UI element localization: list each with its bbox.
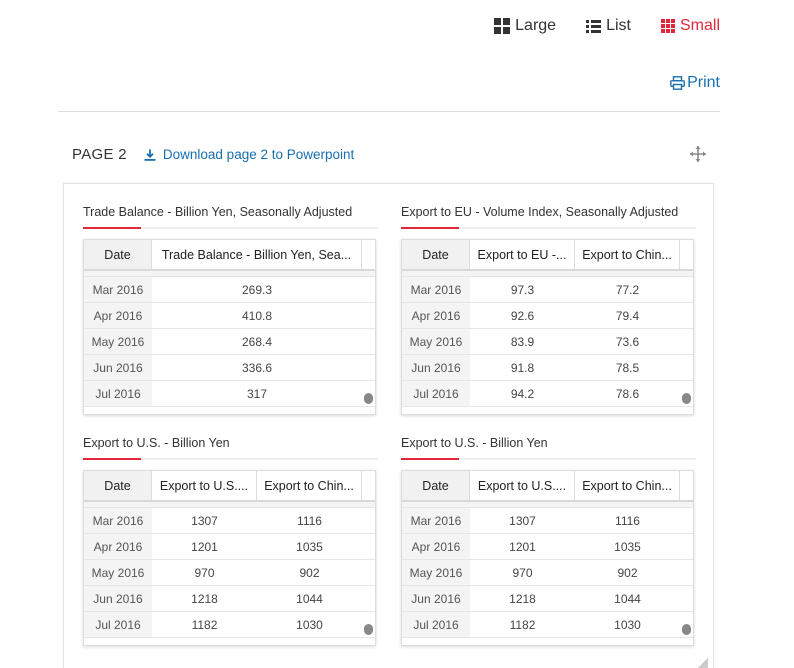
table-row: Jul 2016 317 — [84, 381, 375, 407]
table-row: Mar 2016 269.3 — [84, 277, 375, 303]
table-row: Mar 2016 1307 1116 — [402, 508, 693, 534]
table-row: Jun 2016 91.8 78.5 — [402, 355, 693, 381]
scrollbar-thumb[interactable] — [364, 624, 373, 635]
print-button[interactable]: Print — [670, 74, 720, 92]
widget-export-eu: Export to EU - Volume Index, Seasonally … — [401, 205, 696, 415]
table-row: Jul 2016 94.2 78.6 — [402, 381, 693, 407]
table-header: Date Export to U.S.... Export to Chin... — [402, 471, 693, 502]
widget-title: Export to U.S. - Billion Yen — [401, 436, 548, 450]
printer-icon — [670, 76, 685, 90]
print-label: Print — [687, 74, 720, 91]
table-row: Jun 2016 1218 1044 — [402, 586, 693, 612]
table-header: Date Export to EU -... Export to Chin... — [402, 240, 693, 271]
table-row: Jun 2016 336.6 — [84, 355, 375, 381]
scrollbar-thumb[interactable] — [364, 393, 373, 404]
page-title: PAGE 2 — [72, 146, 127, 163]
view-large-button[interactable]: Large — [494, 17, 556, 35]
view-list-label: List — [606, 17, 631, 34]
view-switcher: Large List Small — [494, 17, 720, 35]
resize-handle[interactable] — [698, 658, 708, 668]
widget-title: Export to EU - Volume Index, Seasonally … — [401, 205, 679, 219]
data-table: Date Export to U.S.... Export to Chin...… — [83, 470, 376, 646]
view-small-label: Small — [679, 17, 720, 34]
table-header: Date Trade Balance - Billion Yen, Sea... — [84, 240, 375, 271]
data-table: Date Export to U.S.... Export to Chin...… — [401, 470, 694, 646]
column-header-value[interactable]: Trade Balance - Billion Yen, Sea... — [152, 240, 362, 269]
table-row: Apr 2016 1201 1035 — [402, 534, 693, 560]
column-header-date[interactable]: Date — [402, 240, 470, 269]
view-small-button[interactable]: Small — [660, 17, 720, 35]
column-header-date[interactable]: Date — [402, 471, 470, 500]
table-row: May 2016 83.9 73.6 — [402, 329, 693, 355]
move-icon[interactable] — [689, 145, 707, 166]
table-row: Apr 2016 92.6 79.4 — [402, 303, 693, 329]
column-header-export-china[interactable]: Export to Chin... — [575, 471, 680, 500]
table-row: Apr 2016 1201 1035 — [84, 534, 375, 560]
column-header-export-china[interactable]: Export to Chin... — [575, 240, 680, 269]
widget-title-underline — [83, 227, 378, 229]
widget-title-underline — [401, 227, 696, 229]
page-panel: Trade Balance - Billion Yen, Seasonally … — [63, 183, 714, 668]
widget-title-underline — [401, 458, 696, 460]
data-table: Date Trade Balance - Billion Yen, Sea...… — [83, 239, 376, 415]
download-icon — [144, 149, 156, 161]
widget-title: Trade Balance - Billion Yen, Seasonally … — [83, 205, 353, 219]
table-row: Mar 2016 97.3 77.2 — [402, 277, 693, 303]
column-header-export-us[interactable]: Export to U.S.... — [470, 471, 575, 500]
download-powerpoint-link[interactable]: Download page 2 to Powerpoint — [144, 147, 354, 162]
table-row: Jun 2016 1218 1044 — [84, 586, 375, 612]
widget-title-underline — [83, 458, 378, 460]
table-row: Jul 2016 1182 1030 — [402, 612, 693, 638]
column-header-date[interactable]: Date — [84, 471, 152, 500]
column-header-export-china[interactable]: Export to Chin... — [257, 471, 362, 500]
view-list-button[interactable]: List — [586, 17, 631, 35]
table-row: Mar 2016 1307 1116 — [84, 508, 375, 534]
column-header-export-us[interactable]: Export to U.S.... — [152, 471, 257, 500]
grid-small-icon — [660, 19, 675, 33]
widget-export-us: Export to U.S. - Billion Yen Date Export… — [83, 436, 378, 646]
divider — [58, 111, 720, 112]
table-row: Jul 2016 1182 1030 — [84, 612, 375, 638]
scrollbar-thumb[interactable] — [682, 393, 691, 404]
column-header-date[interactable]: Date — [84, 240, 152, 269]
table-row: May 2016 970 902 — [402, 560, 693, 586]
data-table: Date Export to EU -... Export to Chin...… — [401, 239, 694, 415]
widget-title: Export to U.S. - Billion Yen — [83, 436, 230, 450]
widget-export-us-2: Export to U.S. - Billion Yen Date Export… — [401, 436, 696, 646]
column-header-export-eu[interactable]: Export to EU -... — [470, 240, 575, 269]
grid-large-icon — [494, 18, 511, 34]
table-row: Apr 2016 410.8 — [84, 303, 375, 329]
table-row: May 2016 970 902 — [84, 560, 375, 586]
table-header: Date Export to U.S.... Export to Chin... — [84, 471, 375, 502]
widget-trade-balance: Trade Balance - Billion Yen, Seasonally … — [83, 205, 378, 415]
page-header: PAGE 2 Download page 2 to Powerpoint — [72, 146, 354, 163]
scrollbar-thumb[interactable] — [682, 624, 691, 635]
download-label: Download page 2 to Powerpoint — [162, 147, 355, 162]
list-icon — [586, 19, 602, 33]
view-large-label: Large — [515, 17, 557, 34]
table-row: May 2016 268.4 — [84, 329, 375, 355]
